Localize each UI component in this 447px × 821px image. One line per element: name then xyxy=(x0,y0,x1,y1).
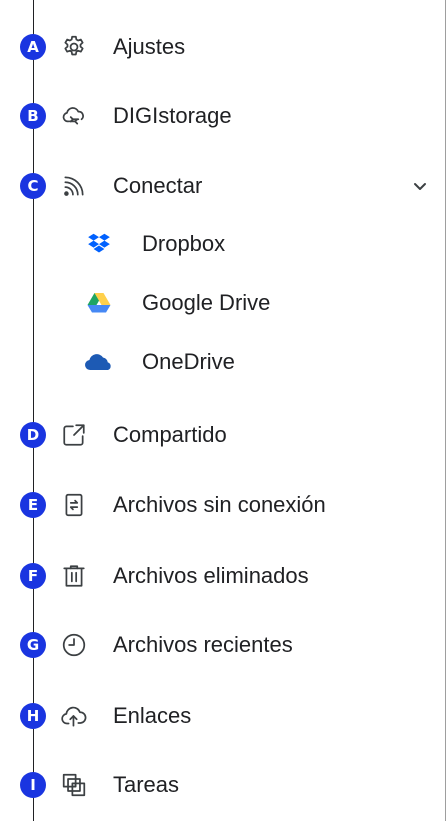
menu-item-archivos-recientes[interactable]: G Archivos recientes xyxy=(0,620,446,670)
menu-item-label: Archivos recientes xyxy=(113,632,293,657)
menu-item-archivos-eliminados[interactable]: F Archivos eliminados xyxy=(0,551,446,601)
tasks-icon xyxy=(59,770,89,800)
submenu-item-onedrive[interactable]: OneDrive xyxy=(0,337,446,387)
share-external-icon xyxy=(59,420,89,450)
wifi-connect-icon xyxy=(59,171,89,201)
menu-item-digistorage[interactable]: B DIGIstorage xyxy=(0,91,446,141)
menu-item-label: Ajustes xyxy=(113,34,186,59)
google-drive-icon xyxy=(84,288,114,318)
menu-item-compartido[interactable]: D Compartido xyxy=(0,410,446,460)
badge-c: C xyxy=(20,173,46,199)
menu-item-label: Compartido xyxy=(113,422,227,447)
chevron-down-icon[interactable] xyxy=(410,176,430,196)
submenu-item-label: Dropbox xyxy=(142,231,226,256)
clock-icon xyxy=(59,630,89,660)
menu-item-label: Enlaces xyxy=(113,703,192,728)
trash-icon xyxy=(59,561,89,591)
menu-item-enlaces[interactable]: H Enlaces xyxy=(0,691,446,741)
badge-f: F xyxy=(20,563,46,589)
menu-item-label: Archivos eliminados xyxy=(113,563,309,588)
badge-i: I xyxy=(20,772,46,798)
badge-e: E xyxy=(20,492,46,518)
menu-item-conectar[interactable]: C Conectar xyxy=(0,161,446,211)
cloud-sync-icon xyxy=(59,101,89,131)
cloud-upload-icon xyxy=(59,701,89,731)
badge-a: A xyxy=(20,34,46,60)
menu-item-ajustes[interactable]: A Ajustes xyxy=(0,22,446,72)
menu-item-tareas[interactable]: I Tareas xyxy=(0,760,446,810)
badge-g: G xyxy=(20,632,46,658)
menu-item-label: DIGIstorage xyxy=(113,103,232,128)
menu-item-label: Archivos sin conexión xyxy=(113,492,326,517)
submenu-item-label: Google Drive xyxy=(142,290,271,315)
menu-item-label: Tareas xyxy=(113,772,180,797)
submenu-item-google-drive[interactable]: Google Drive xyxy=(0,278,446,328)
submenu-item-label: OneDrive xyxy=(142,349,235,374)
menu-item-label: Conectar xyxy=(113,173,203,198)
badge-b: B xyxy=(20,103,46,129)
dropbox-icon xyxy=(84,229,114,259)
badge-d: D xyxy=(20,422,46,448)
gear-icon xyxy=(59,32,89,62)
menu-item-archivos-sin-conexion[interactable]: E Archivos sin conexión xyxy=(0,480,446,530)
badge-h: H xyxy=(20,703,46,729)
submenu-item-dropbox[interactable]: Dropbox xyxy=(0,219,446,269)
onedrive-icon xyxy=(84,347,114,377)
offline-files-icon xyxy=(59,490,89,520)
